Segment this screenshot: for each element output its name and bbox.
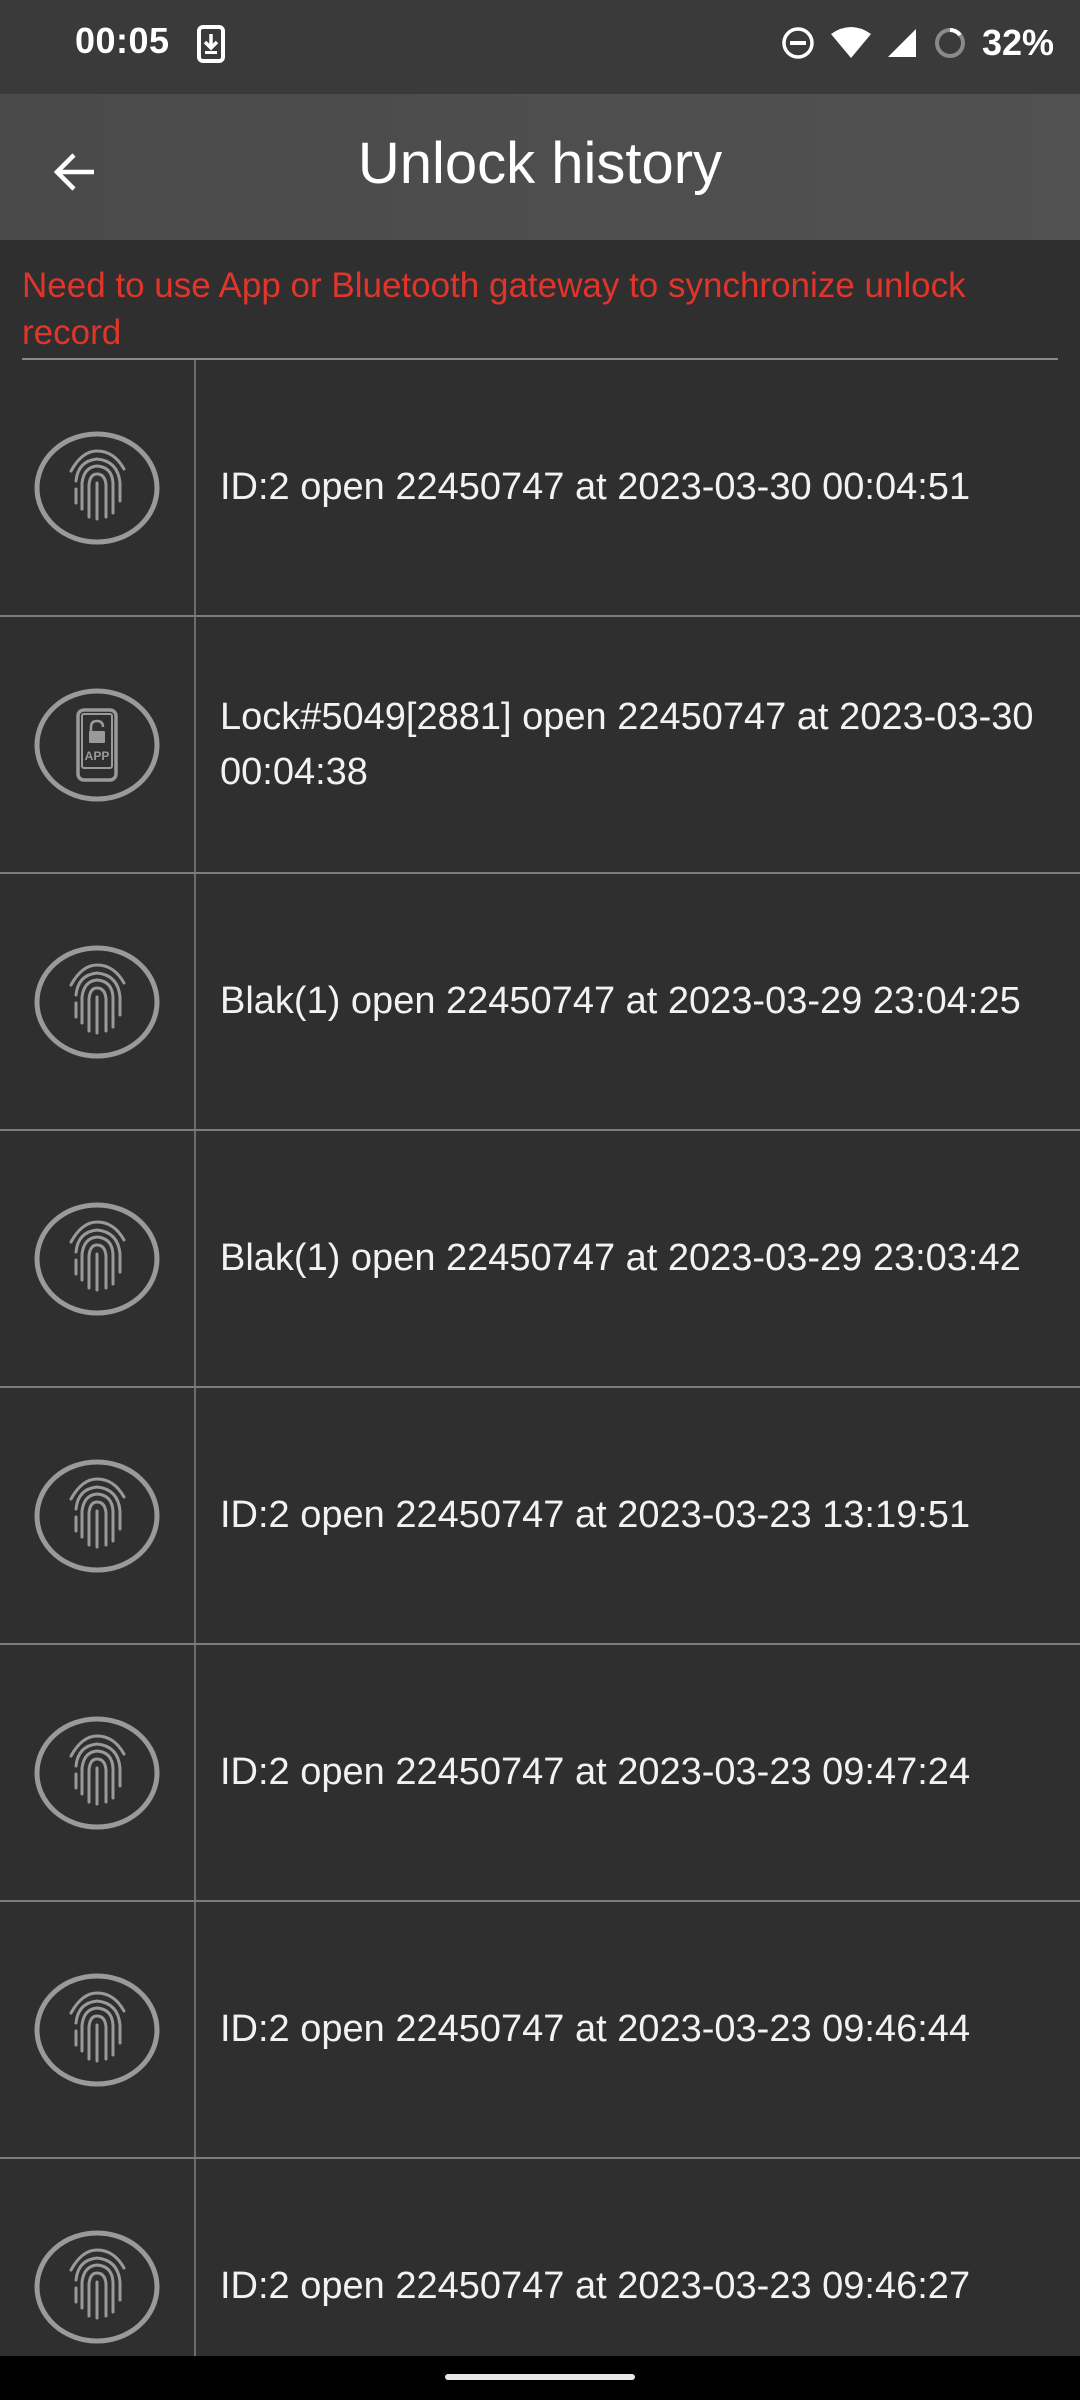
fingerprint-icon [34,1716,160,1829]
record-text: Lock#5049[2881] open 22450747 at 2023-03… [220,695,1034,793]
svg-text:APP: APP [85,749,110,763]
record-icon-cell [0,1131,196,1386]
record-icon-cell [0,1645,196,1900]
status-time: 00:05 [75,20,170,61]
battery-saver-icon [934,28,965,58]
gesture-handle[interactable] [445,2374,635,2380]
record-text: ID:2 open 22450747 at 2023-03-23 09:46:2… [220,2265,971,2307]
list-item[interactable]: Blak(1) open 22450747 at 2023-03-29 23:0… [0,874,1080,1131]
fingerprint-icon [34,1459,160,1572]
app-lock-icon: APP [34,688,160,801]
page-title: Unlock history [357,131,723,196]
list-item[interactable]: APP Lock#5049[2881] open 22450747 at 202… [0,617,1080,874]
record-icon-cell: APP [0,617,196,872]
record-text: ID:2 open 22450747 at 2023-03-23 13:19:5… [220,1494,971,1536]
record-icon-cell [0,2159,196,2356]
signal-icon [887,29,916,57]
unlock-history-content[interactable]: Need to use App or Bluetooth gateway to … [0,240,1080,2356]
wifi-icon [830,27,871,58]
fingerprint-icon [34,431,160,544]
fingerprint-icon [34,1973,160,2086]
record-icon-cell [0,1388,196,1643]
battery-percentage: 32% [981,22,1054,63]
record-icon-cell [0,874,196,1129]
record-text: Blak(1) open 22450747 at 2023-03-29 23:0… [220,1237,1021,1279]
list-item[interactable]: ID:2 open 22450747 at 2023-03-23 09:46:2… [0,2159,1080,2356]
unlock-record-list[interactable]: ID:2 open 22450747 at 2023-03-30 00:04:5… [0,360,1080,2356]
list-item[interactable]: ID:2 open 22450747 at 2023-03-23 13:19:5… [0,1388,1080,1645]
record-text: ID:2 open 22450747 at 2023-03-23 09:46:4… [220,2008,971,2050]
record-icon-cell [0,1902,196,2157]
download-icon [197,25,225,63]
record-icon-cell [0,360,196,615]
list-item[interactable]: ID:2 open 22450747 at 2023-03-23 09:47:2… [0,1645,1080,1902]
fingerprint-icon [34,945,160,1058]
navigation-bar [0,2356,1080,2400]
fingerprint-icon [34,2230,160,2343]
list-item[interactable]: ID:2 open 22450747 at 2023-03-23 09:46:4… [0,1902,1080,2159]
fingerprint-icon [34,1202,160,1315]
status-bar: 00:05 32% [0,0,1080,94]
record-text: ID:2 open 22450747 at 2023-03-23 09:47:2… [220,1751,971,1793]
record-text: ID:2 open 22450747 at 2023-03-30 00:04:5… [220,466,971,508]
list-item[interactable]: ID:2 open 22450747 at 2023-03-30 00:04:5… [0,360,1080,617]
list-item[interactable]: Blak(1) open 22450747 at 2023-03-29 23:0… [0,1131,1080,1388]
sync-notice: Need to use App or Bluetooth gateway to … [22,240,1058,360]
app-bar: Unlock history [0,94,1080,240]
dnd-icon [782,27,814,59]
record-text: Blak(1) open 22450747 at 2023-03-29 23:0… [220,980,1021,1022]
